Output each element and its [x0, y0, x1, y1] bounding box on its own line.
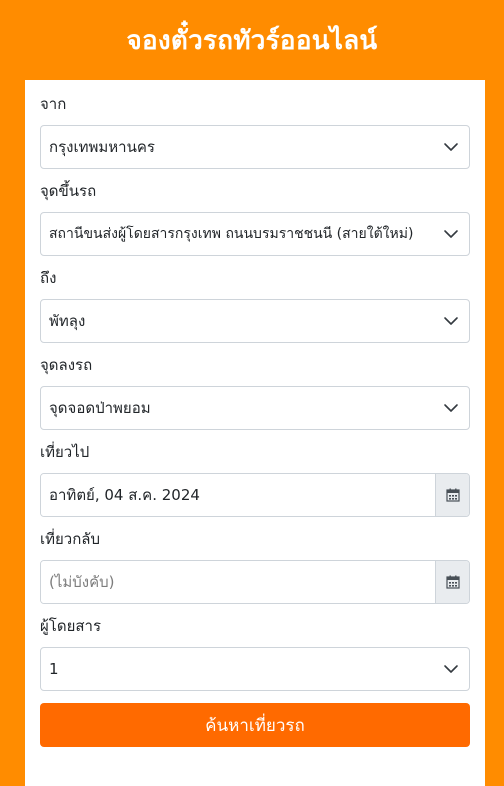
to-label: ถึง: [40, 269, 57, 287]
dropoff-select[interactable]: จุดจอดป่าพยอม: [40, 386, 470, 430]
return-calendar-button[interactable]: [435, 561, 469, 603]
from-group: จาก กรุงเทพมหานคร: [40, 94, 470, 169]
to-select[interactable]: พัทลุง: [40, 299, 470, 343]
chevron-down-icon: [444, 404, 458, 412]
to-group: ถึง พัทลุง: [40, 268, 470, 343]
return-group: เที่ยวกลับ (ไม่บังคับ): [40, 529, 470, 604]
passengers-value: 1: [49, 660, 59, 678]
from-label: จาก: [40, 95, 67, 113]
to-value: พัทลุง: [49, 312, 86, 330]
dropoff-value: จุดจอดป่าพยอม: [49, 399, 151, 417]
from-select[interactable]: กรุงเทพมหานคร: [40, 125, 470, 169]
calendar-icon: [445, 575, 460, 589]
page: จองตั๋วรถทัวร์ออนไลน์ จาก กรุงเทพมหานคร …: [0, 0, 504, 786]
depart-group: เที่ยวไป อาทิตย์, 04 ส.ค. 2024: [40, 442, 470, 517]
pickup-select[interactable]: สถานีขนส่งผู้โดยสารกรุงเทพ ถนนบรมราชชนนี…: [40, 212, 470, 256]
search-button[interactable]: ค้นหาเที่ยวรถ: [40, 703, 470, 747]
depart-date-input: อาทิตย์, 04 ส.ค. 2024: [40, 473, 470, 517]
calendar-icon: [445, 488, 460, 502]
header: จองตั๋วรถทัวร์ออนไลน์: [0, 0, 504, 80]
pickup-label: จุดขึ้นรถ: [40, 182, 97, 200]
return-date-field[interactable]: (ไม่บังคับ): [41, 561, 435, 603]
passengers-group: ผู้โดยสาร 1: [40, 616, 470, 691]
depart-date-field[interactable]: อาทิตย์, 04 ส.ค. 2024: [41, 474, 435, 516]
pickup-value: สถานีขนส่งผู้โดยสารกรุงเทพ ถนนบรมราชชนนี…: [49, 226, 414, 242]
from-value: กรุงเทพมหานคร: [49, 138, 155, 156]
pickup-group: จุดขึ้นรถ สถานีขนส่งผู้โดยสารกรุงเทพ ถนน…: [40, 181, 470, 256]
chevron-down-icon: [444, 230, 458, 238]
page-title: จองตั๋วรถทัวร์ออนไลน์: [126, 25, 378, 56]
return-label: เที่ยวกลับ: [40, 530, 101, 548]
dropoff-label: จุดลงรถ: [40, 356, 93, 374]
passengers-label: ผู้โดยสาร: [40, 617, 102, 635]
dropoff-group: จุดลงรถ จุดจอดป่าพยอม: [40, 355, 470, 430]
booking-form: จาก กรุงเทพมหานคร จุดขึ้นรถ สถานีขนส่งผู…: [25, 80, 485, 786]
chevron-down-icon: [444, 665, 458, 673]
depart-label: เที่ยวไป: [40, 443, 90, 461]
passengers-select[interactable]: 1: [40, 647, 470, 691]
chevron-down-icon: [444, 317, 458, 325]
return-date-input: (ไม่บังคับ): [40, 560, 470, 604]
chevron-down-icon: [444, 143, 458, 151]
depart-calendar-button[interactable]: [435, 474, 469, 516]
